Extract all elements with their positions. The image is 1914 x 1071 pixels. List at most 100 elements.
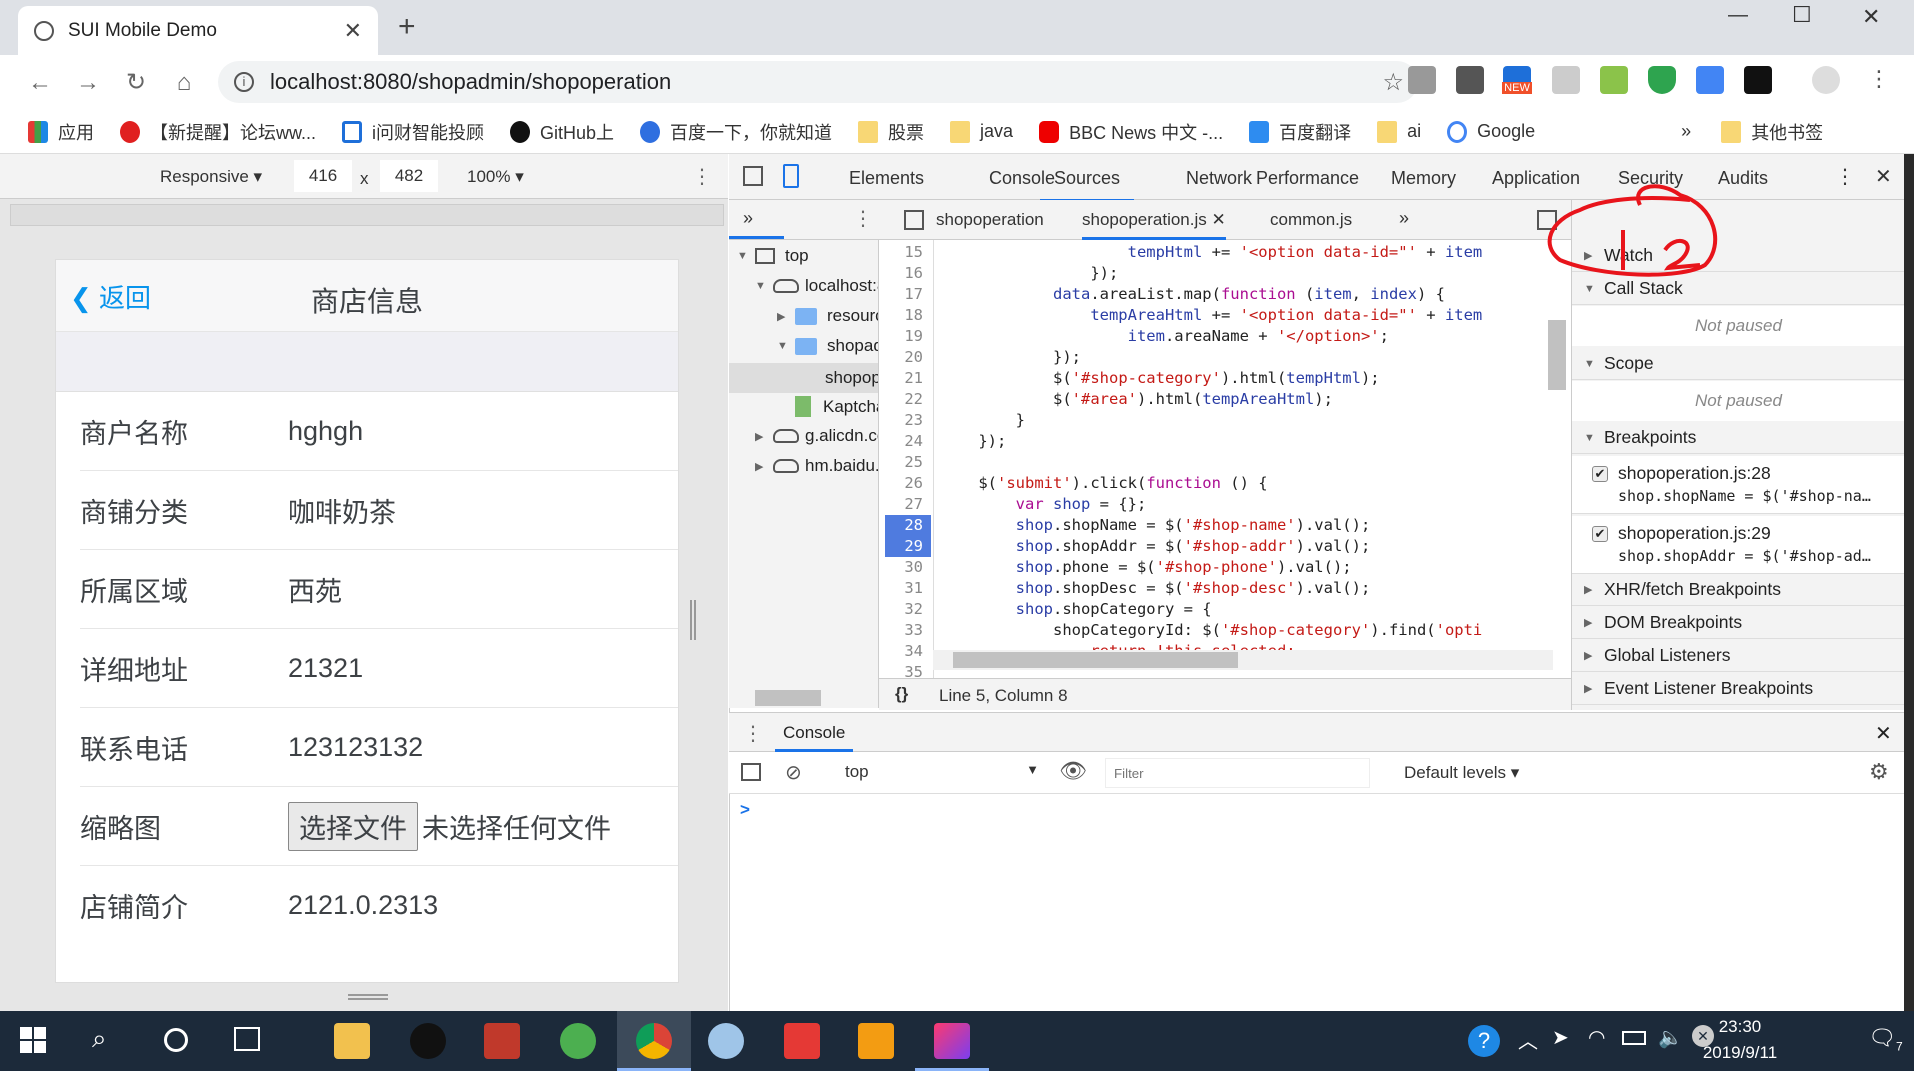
- file-tab[interactable]: shopoperation: [936, 210, 1044, 230]
- browser-tab[interactable]: SUI Mobile Demo ✕: [18, 6, 378, 55]
- log-levels-select[interactable]: Default levels ▾: [1404, 763, 1519, 783]
- phone-input[interactable]: 123123132: [288, 732, 423, 763]
- home-icon[interactable]: ⌂: [160, 69, 208, 97]
- help-icon[interactable]: ?: [1468, 1025, 1500, 1057]
- forward-icon[interactable]: →: [64, 69, 112, 97]
- context-select[interactable]: top ▼: [837, 756, 1047, 788]
- clear-console-icon[interactable]: ⊘: [785, 760, 802, 785]
- description-input[interactable]: 2121.0.2313: [288, 890, 438, 921]
- tab-sources[interactable]: Sources: [1040, 168, 1135, 202]
- breakpoint-line-number[interactable]: 28: [885, 515, 931, 536]
- tab-performance[interactable]: Performance: [1256, 168, 1359, 189]
- tree-item-resources[interactable]: ▶resources: [777, 306, 878, 326]
- tree-item-shopadmin[interactable]: ▼shopadmin: [777, 336, 878, 356]
- breakpoint-item[interactable]: ✔ shopoperation.js:29 shop.shopAddr = $(…: [1572, 516, 1905, 574]
- task-view-icon[interactable]: [234, 1027, 260, 1051]
- file-tab[interactable]: common.js: [1270, 210, 1352, 230]
- tab-elements[interactable]: Elements: [849, 168, 924, 189]
- bookmark-folder[interactable]: 股票: [858, 119, 924, 145]
- media-query-bar[interactable]: [10, 204, 724, 226]
- tree-item-kaptcha[interactable]: Kaptcha: [795, 396, 878, 417]
- line-number[interactable]: 24: [879, 431, 931, 452]
- tab-network[interactable]: Network: [1186, 168, 1252, 189]
- bookmark-item[interactable]: Google: [1447, 120, 1535, 143]
- file-tab-active[interactable]: shopoperation.js ✕: [1082, 210, 1226, 240]
- line-number[interactable]: 22: [879, 389, 931, 410]
- tab-audits[interactable]: Audits: [1718, 168, 1768, 189]
- line-number[interactable]: 23: [879, 410, 931, 431]
- dom-breakpoints-section[interactable]: ▶ DOM Breakpoints: [1572, 607, 1905, 639]
- global-listeners-section[interactable]: ▶ Global Listeners: [1572, 640, 1905, 672]
- console-prompt[interactable]: >: [740, 800, 750, 820]
- toggle-navigator-icon[interactable]: [904, 210, 924, 230]
- browser-360-icon[interactable]: [560, 1023, 596, 1059]
- check-icon[interactable]: [1552, 66, 1580, 94]
- cards-icon[interactable]: [784, 1023, 820, 1059]
- app-icon[interactable]: [484, 1023, 520, 1059]
- extension-icon[interactable]: [1456, 66, 1484, 94]
- line-number[interactable]: 15: [879, 242, 931, 263]
- extension-icon[interactable]: [1600, 66, 1628, 94]
- omnibox[interactable]: i localhost:8080/shopadmin/shopoperation…: [218, 61, 1418, 103]
- navigator-scrollbar[interactable]: [755, 690, 821, 706]
- profile-avatar[interactable]: [1812, 66, 1840, 94]
- resize-handle-right[interactable]: [690, 600, 696, 640]
- breakpoint-checkbox[interactable]: ✔: [1592, 526, 1608, 542]
- wifi-icon[interactable]: ◠: [1588, 1025, 1605, 1050]
- area-select[interactable]: 西苑: [288, 570, 342, 609]
- back-icon[interactable]: ←: [16, 69, 64, 97]
- category-select[interactable]: 咖啡奶茶: [288, 491, 396, 530]
- choose-file-button[interactable]: 选择文件: [288, 801, 418, 851]
- xhr-breakpoints-section[interactable]: ▶ XHR/fetch Breakpoints: [1572, 574, 1905, 606]
- other-bookmarks[interactable]: 其他书签: [1721, 119, 1823, 145]
- bookmark-apps[interactable]: 应用: [28, 119, 94, 145]
- inspect-element-icon[interactable]: [743, 166, 763, 186]
- console-settings-gear-icon[interactable]: ⚙: [1869, 759, 1889, 785]
- app-icon[interactable]: [708, 1023, 744, 1059]
- scrollbar-thumb[interactable]: [953, 652, 1238, 668]
- reload-icon[interactable]: ↻: [112, 68, 160, 97]
- qq-icon[interactable]: [410, 1023, 446, 1059]
- bookmark-item[interactable]: i问财智能投顾: [342, 119, 484, 145]
- breakpoints-section[interactable]: ▼ Breakpoints: [1572, 422, 1905, 454]
- file-explorer-icon[interactable]: [334, 1023, 370, 1059]
- line-number[interactable]: 33: [879, 620, 931, 641]
- close-devtools-icon[interactable]: ✕: [1875, 164, 1892, 189]
- line-number[interactable]: 17: [879, 284, 931, 305]
- code-horizontal-scrollbar[interactable]: [933, 650, 1553, 670]
- breakpoint-line-number[interactable]: 29: [885, 536, 931, 557]
- tree-item-baidu[interactable]: ▶hm.baidu.com: [755, 456, 878, 476]
- event-listener-breakpoints-section[interactable]: ▶ Event Listener Breakpoints: [1572, 673, 1905, 705]
- pretty-print-icon[interactable]: {}: [895, 684, 908, 704]
- bookmark-folder[interactable]: ai: [1377, 120, 1421, 143]
- close-drawer-icon[interactable]: ✕: [1875, 721, 1892, 746]
- send-icon[interactable]: ➤: [1552, 1025, 1569, 1050]
- cortana-icon[interactable]: [164, 1028, 188, 1052]
- line-number[interactable]: 16: [879, 263, 931, 284]
- more-tabs-icon[interactable]: »: [743, 208, 753, 229]
- tree-item-top[interactable]: ▼ top: [737, 246, 809, 266]
- tree-item-localhost[interactable]: ▼localhost:8080: [755, 276, 878, 296]
- shop-name-input[interactable]: hghgh: [288, 416, 363, 447]
- menu-icon[interactable]: ⋮: [1868, 66, 1890, 92]
- bookmark-star-icon[interactable]: ☆: [1382, 68, 1404, 97]
- line-number[interactable]: 18: [879, 305, 931, 326]
- code-editor[interactable]: 15 tempHtml += '<option data-id="' + ite…: [879, 240, 1571, 678]
- chrome-taskbar-item[interactable]: [617, 1011, 691, 1071]
- minimize-button[interactable]: —: [1728, 4, 1748, 27]
- console-filter-input[interactable]: [1105, 758, 1370, 788]
- intellij-taskbar-item[interactable]: [915, 1011, 989, 1071]
- zoom-select[interactable]: 100% ▾: [467, 167, 524, 187]
- scope-section[interactable]: ▼ Scope: [1572, 348, 1905, 380]
- extension-new-icon[interactable]: NEW: [1502, 66, 1532, 94]
- close-file-icon[interactable]: ✕: [1212, 210, 1226, 229]
- breakpoint-checkbox[interactable]: ✔: [1592, 466, 1608, 482]
- device-toggle-icon[interactable]: [783, 164, 799, 188]
- drawer-menu-icon[interactable]: ⋮: [743, 721, 763, 746]
- house-icon[interactable]: [858, 1023, 894, 1059]
- line-number[interactable]: 34: [879, 641, 931, 662]
- line-number[interactable]: 21: [879, 368, 931, 389]
- line-number[interactable]: 19: [879, 326, 931, 347]
- live-expression-eye-icon[interactable]: 👁: [1059, 758, 1087, 784]
- notification-center-icon[interactable]: 🗨7: [1868, 1025, 1903, 1053]
